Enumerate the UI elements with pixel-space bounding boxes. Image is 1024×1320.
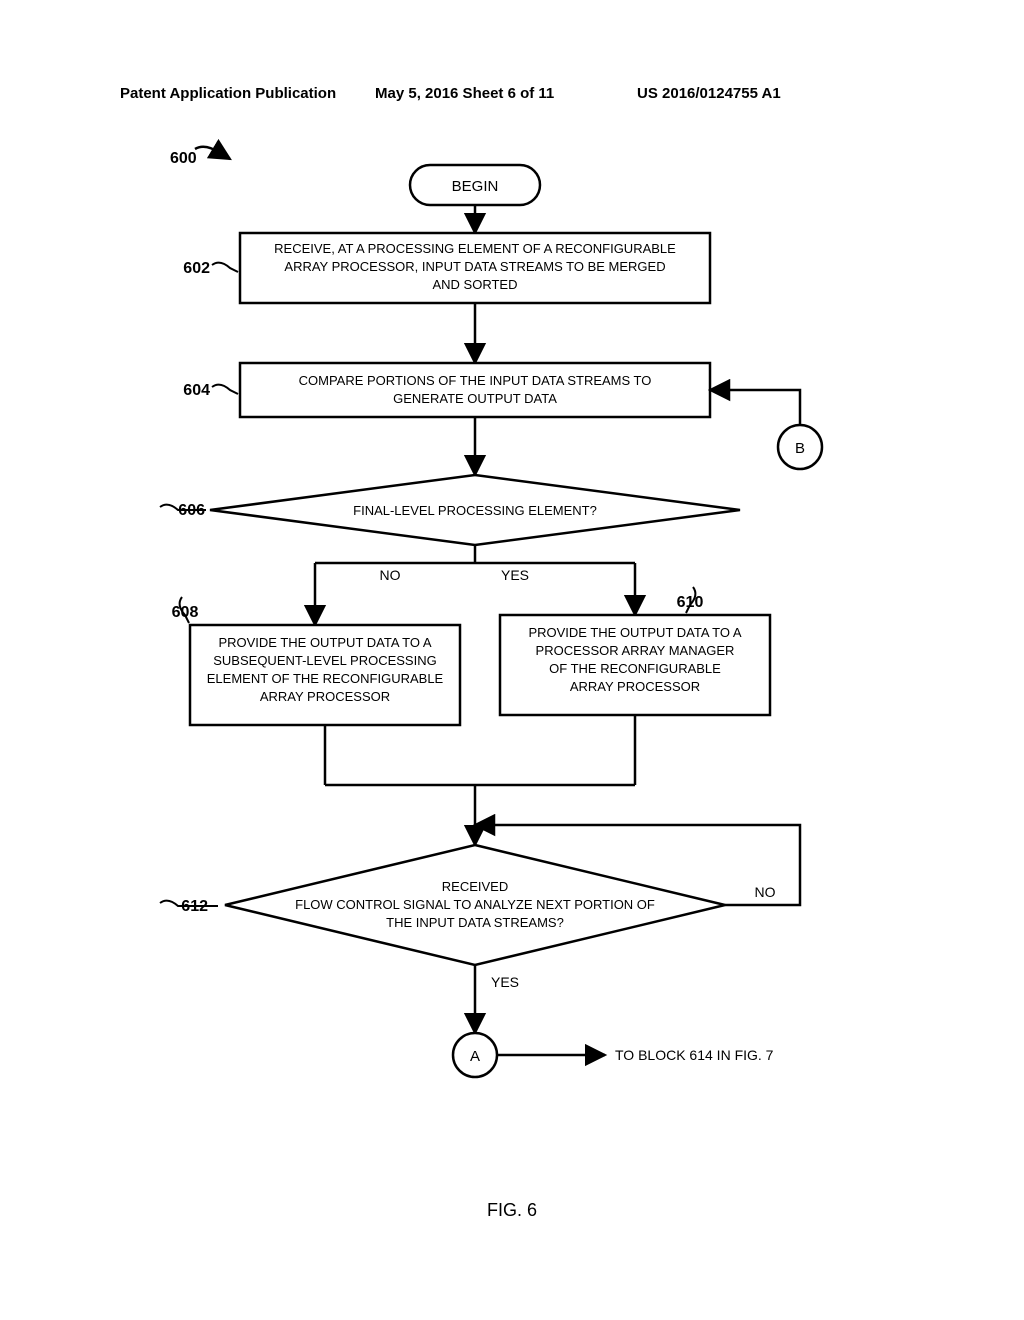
b612-l1: RECEIVED: [442, 879, 508, 894]
ref-602: 602: [183, 260, 210, 277]
flowchart: 600 BEGIN RECEIVE, AT A PROCESSING ELEME…: [100, 125, 920, 1185]
yes-label-606: YES: [501, 567, 529, 583]
svg-text:ARRAY PROCESSOR, INPUT DATA ST: ARRAY PROCESSOR, INPUT DATA STREAMS TO B…: [284, 259, 665, 274]
header-left: Patent Application Publication: [120, 85, 336, 102]
no-label-612: NO: [755, 884, 776, 900]
figure-caption: FIG. 6: [0, 1200, 1024, 1221]
ref-604: 604: [183, 382, 210, 399]
connector-a-label: A: [470, 1048, 480, 1065]
svg-text:PROVIDE THE OUTPUT DATA TO A: PROVIDE THE OUTPUT DATA TO A: [218, 635, 431, 650]
b612-l2: FLOW CONTROL SIGNAL TO ANALYZE NEXT PORT…: [295, 897, 655, 912]
header-right: US 2016/0124755 A1: [637, 85, 781, 102]
svg-text:COMPARE PORTIONS OF THE INPUT: COMPARE PORTIONS OF THE INPUT DATA STREA…: [299, 373, 652, 388]
begin-label: BEGIN: [452, 178, 499, 195]
no-label-606: NO: [380, 567, 401, 583]
yes-label-612: YES: [491, 974, 519, 990]
svg-text:PROVIDE THE OUTPUT DATA TO A: PROVIDE THE OUTPUT DATA TO A: [528, 625, 741, 640]
decision-606-text: FINAL-LEVEL PROCESSING ELEMENT?: [353, 503, 597, 518]
svg-text:GENERATE OUTPUT DATA: GENERATE OUTPUT DATA: [393, 391, 557, 406]
svg-text:PROCESSOR ARRAY MANAGER: PROCESSOR ARRAY MANAGER: [536, 643, 735, 658]
connector-b-label: B: [795, 440, 805, 457]
svg-text:AND SORTED: AND SORTED: [433, 277, 518, 292]
b612-l3: THE INPUT DATA STREAMS?: [386, 915, 564, 930]
header-center: May 5, 2016 Sheet 6 of 11: [375, 85, 554, 102]
svg-text:RECEIVE, AT A PROCESSING ELEME: RECEIVE, AT A PROCESSING ELEMENT OF A RE…: [274, 241, 676, 256]
svg-text:ARRAY PROCESSOR: ARRAY PROCESSOR: [260, 689, 390, 704]
patent-page: Patent Application Publication May 5, 20…: [0, 0, 1024, 1320]
ref-610: 610: [677, 594, 704, 611]
step-604: [240, 363, 710, 417]
svg-text:ARRAY PROCESSOR: ARRAY PROCESSOR: [570, 679, 700, 694]
svg-text:SUBSEQUENT-LEVEL PROCESSING: SUBSEQUENT-LEVEL PROCESSING: [213, 653, 436, 668]
ref-608: 608: [172, 604, 199, 621]
note-to-614: TO BLOCK 614 IN FIG. 7: [615, 1047, 774, 1063]
svg-text:OF THE RECONFIGURABLE: OF THE RECONFIGURABLE: [549, 661, 721, 676]
ref-600: 600: [170, 150, 197, 167]
svg-text:ELEMENT OF THE RECONFIGURABLE: ELEMENT OF THE RECONFIGURABLE: [207, 671, 444, 686]
